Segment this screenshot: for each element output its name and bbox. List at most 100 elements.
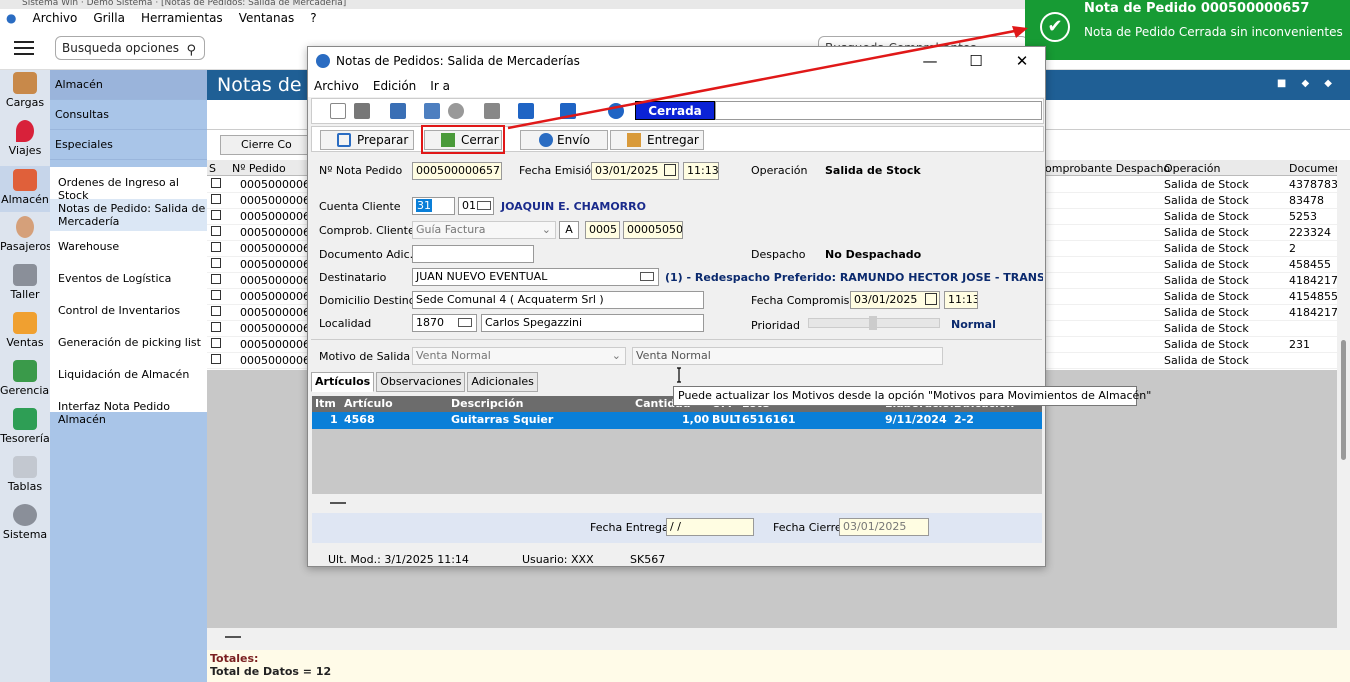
- submenu-section-consultas[interactable]: Consultas: [50, 100, 207, 130]
- nav-ventas[interactable]: Ventas: [0, 312, 50, 349]
- tab-adicionales[interactable]: Adicionales: [467, 372, 538, 392]
- comprob-nro-field[interactable]: 00005050: [623, 221, 683, 239]
- cierre-button[interactable]: Cierre Co: [220, 135, 312, 155]
- options-search-input[interactable]: Busqueda opciones ⚲: [55, 36, 205, 60]
- row-checkbox[interactable]: [211, 290, 221, 300]
- entregar-button[interactable]: Entregar: [610, 130, 704, 150]
- dialog-menu-edicion[interactable]: Edición: [373, 75, 416, 97]
- lookup-icon[interactable]: [640, 272, 654, 281]
- fecha-entrega-field[interactable]: / /: [666, 518, 754, 536]
- submenu-item-picking-list[interactable]: Generación de picking list: [50, 336, 207, 349]
- items-splitter[interactable]: [312, 494, 1042, 512]
- row-checkbox[interactable]: [211, 242, 221, 252]
- col-itm[interactable]: Itm: [315, 397, 336, 410]
- hora-compromiso-field[interactable]: 11:13: [944, 291, 978, 309]
- col-nro-pedido[interactable]: Nº Pedido: [232, 162, 286, 175]
- cuenta-cliente-field[interactable]: 31: [412, 197, 455, 215]
- row-checkbox[interactable]: [211, 274, 221, 284]
- nav-viajes[interactable]: Viajes: [0, 120, 50, 157]
- motivo-salida-text[interactable]: Venta Normal: [632, 347, 943, 365]
- nav-gerencial[interactable]: Gerencial: [0, 360, 52, 397]
- list-window-controls-icon[interactable]: ■ ◆ ◆: [1277, 78, 1338, 89]
- comprob-tipo-select[interactable]: Guía Factura ⌄: [412, 221, 556, 239]
- comprob-punto-field[interactable]: 0005: [585, 221, 620, 239]
- undo-icon[interactable]: [448, 103, 464, 119]
- col-s[interactable]: S: [209, 162, 216, 175]
- delete-icon[interactable]: [484, 103, 500, 119]
- menu-grilla[interactable]: Grilla: [93, 11, 125, 25]
- maximize-icon[interactable]: ☐: [953, 47, 999, 75]
- motivo-salida-select[interactable]: Venta Normal ⌄: [412, 347, 626, 365]
- nav-tesoreria[interactable]: Tesorería: [0, 408, 50, 445]
- table-row[interactable]: 1 4568 Guitarras Squier 1,00 BULT 651616…: [312, 412, 1042, 429]
- nav-taller[interactable]: Taller: [0, 264, 50, 301]
- nav-pasajeros[interactable]: Pasajeros: [0, 216, 52, 253]
- submenu-item-control-inventarios[interactable]: Control de Inventarios: [50, 304, 207, 317]
- nro-pedido-field[interactable]: 000500000657: [412, 162, 502, 180]
- lookup-icon[interactable]: [477, 201, 491, 210]
- submenu-item-liquidacion[interactable]: Liquidación de Almacén: [50, 368, 207, 381]
- edit-icon[interactable]: [424, 103, 440, 119]
- row-checkbox[interactable]: [211, 322, 221, 332]
- submenu-item-interfaz[interactable]: Interfaz Nota Pedido Almacén: [50, 400, 207, 426]
- slider-thumb[interactable]: [869, 316, 877, 330]
- col-descripcion[interactable]: Descripción: [451, 397, 523, 410]
- destinatario-field[interactable]: JUAN NUEVO EVENTUAL: [412, 268, 659, 286]
- minimize-icon[interactable]: —: [907, 47, 953, 75]
- submenu-item-notas-pedido[interactable]: Notas de Pedido: Salida de Mercadería: [50, 199, 207, 231]
- nav-almacen[interactable]: Almacén: [0, 166, 50, 212]
- arrow-down-icon[interactable]: [518, 103, 534, 119]
- menu-help[interactable]: ?: [310, 11, 316, 25]
- arrow-up-icon[interactable]: [560, 103, 576, 119]
- localidad-nombre-field[interactable]: Carlos Spegazzini: [481, 314, 704, 332]
- calendar-icon[interactable]: [664, 164, 676, 176]
- row-checkbox[interactable]: [211, 258, 221, 268]
- row-checkbox[interactable]: [211, 306, 221, 316]
- domicilio-field[interactable]: Sede Comunal 4 ( Acquaterm Srl ): [412, 291, 704, 309]
- submenu-section-almacen[interactable]: Almacén: [50, 70, 207, 100]
- submenu-item-warehouse[interactable]: Warehouse: [50, 240, 207, 253]
- submenu-item-eventos-logistica[interactable]: Eventos de Logística: [50, 272, 207, 285]
- calendar-icon[interactable]: [925, 293, 937, 305]
- help-icon[interactable]: [608, 103, 624, 119]
- dialog-titlebar[interactable]: Notas de Pedidos: Salida de Mercaderías …: [308, 47, 1045, 75]
- cuenta-sub-field[interactable]: 01: [458, 197, 494, 215]
- col-comprobante-despacho[interactable]: omprobante Despacho: [1045, 162, 1170, 175]
- submenu-section-especiales[interactable]: Especiales: [50, 130, 207, 160]
- localidad-cp-field[interactable]: 1870: [412, 314, 477, 332]
- fecha-emision-field[interactable]: 03/01/2025: [591, 162, 679, 180]
- comprob-letra-field[interactable]: A: [559, 221, 579, 239]
- menu-archivo[interactable]: Archivo: [32, 11, 77, 25]
- fecha-cierre-field[interactable]: 03/01/2025: [839, 518, 929, 536]
- success-notification[interactable]: ✔ Nota de Pedido 000500000657 Nota de Pe…: [1025, 0, 1350, 60]
- grid-scrollbar-thumb[interactable]: [1341, 340, 1346, 460]
- dialog-menu-archivo[interactable]: Archivo: [314, 75, 359, 97]
- nav-sistema[interactable]: Sistema: [0, 504, 50, 541]
- prioridad-slider[interactable]: [808, 316, 940, 330]
- lookup-icon[interactable]: [458, 318, 472, 327]
- row-checkbox[interactable]: [211, 194, 221, 204]
- row-checkbox[interactable]: [211, 210, 221, 220]
- documento-adic-field[interactable]: [412, 245, 534, 263]
- row-checkbox[interactable]: [211, 338, 221, 348]
- hora-emision-field[interactable]: 11:13: [683, 162, 719, 180]
- menu-herramientas[interactable]: Herramientas: [141, 11, 223, 25]
- search-icon[interactable]: ⚲: [186, 40, 196, 62]
- tab-articulos[interactable]: Artículos: [311, 372, 375, 392]
- preparar-button[interactable]: Preparar: [320, 130, 414, 150]
- envio-button[interactable]: Envío: [520, 130, 608, 150]
- col-articulo[interactable]: Artículo: [344, 397, 393, 410]
- save-icon[interactable]: [354, 103, 370, 119]
- new-document-icon[interactable]: [330, 103, 346, 119]
- menu-ventanas[interactable]: Ventanas: [239, 11, 295, 25]
- hamburger-menu-icon[interactable]: [14, 41, 34, 57]
- dialog-menu-ir-a[interactable]: Ir a: [430, 75, 450, 97]
- close-icon[interactable]: ✕: [999, 47, 1045, 75]
- row-checkbox[interactable]: [211, 178, 221, 188]
- nav-cargas[interactable]: Cargas: [0, 72, 50, 109]
- col-operacion[interactable]: Operación: [1164, 162, 1220, 175]
- fecha-compromiso-field[interactable]: 03/01/2025: [850, 291, 940, 309]
- print-icon[interactable]: [390, 103, 406, 119]
- tab-observaciones[interactable]: Observaciones: [376, 372, 466, 392]
- grid-splitter[interactable]: [207, 628, 1350, 650]
